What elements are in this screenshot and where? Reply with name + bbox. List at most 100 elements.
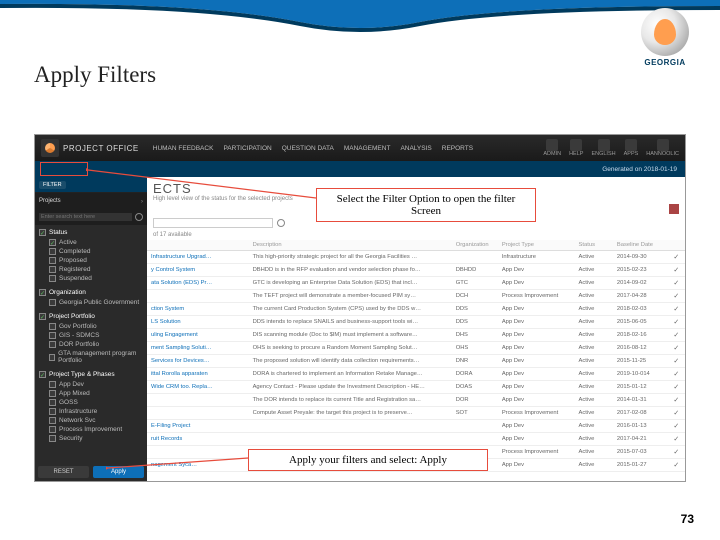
nav-tab[interactable]: REPORTS bbox=[442, 145, 473, 152]
cell-name[interactable]: ction System bbox=[147, 303, 249, 316]
filter-button[interactable]: FILTER bbox=[39, 181, 66, 189]
section-organization: Organization bbox=[39, 287, 143, 298]
cell-name[interactable] bbox=[147, 290, 249, 303]
check-icon: ✓ bbox=[669, 251, 685, 264]
apps-icon[interactable] bbox=[625, 139, 637, 151]
cell-date: 2018-02-16 bbox=[613, 329, 669, 342]
col-header bbox=[669, 240, 685, 251]
user-icon[interactable] bbox=[657, 139, 669, 151]
checkbox-icon[interactable] bbox=[49, 435, 56, 442]
checkbox-icon[interactable] bbox=[49, 248, 56, 255]
checkbox-icon[interactable] bbox=[49, 275, 56, 282]
sidebar-search-input[interactable] bbox=[39, 213, 132, 221]
checkbox-icon[interactable] bbox=[49, 390, 56, 397]
table-row[interactable]: ittal Rorolla apparatenDORA is chartered… bbox=[147, 368, 685, 381]
cell-status: Active bbox=[575, 407, 613, 420]
cell-name[interactable]: ittal Rorolla apparaten bbox=[147, 368, 249, 381]
table-row[interactable]: Infrastructure Upgrad…This high-priority… bbox=[147, 251, 685, 264]
cell-desc: Compute Asset Preyale: the target this p… bbox=[249, 407, 452, 420]
table-row[interactable]: The TEFT project will demonstrate a memb… bbox=[147, 290, 685, 303]
checkbox-icon[interactable] bbox=[49, 381, 56, 388]
checkbox-icon[interactable] bbox=[49, 354, 55, 361]
table-row[interactable]: Compute Asset Preyale: the target this p… bbox=[147, 407, 685, 420]
app-screenshot: PROJECT OFFICE HUMAN FEEDBACK PARTICIPAT… bbox=[34, 134, 686, 482]
checkbox-icon[interactable] bbox=[39, 289, 46, 296]
col-header[interactable]: Organization bbox=[452, 240, 498, 251]
table-row[interactable]: Services for Devices…The proposed soluti… bbox=[147, 355, 685, 368]
cell-name[interactable] bbox=[147, 446, 249, 459]
nav-tab[interactable]: ANALYSIS bbox=[400, 145, 431, 152]
cell-name[interactable]: E-Filing Project bbox=[147, 420, 249, 433]
col-header[interactable]: Project Type bbox=[498, 240, 575, 251]
cell-name[interactable]: Wide CRM too. Repla… bbox=[147, 381, 249, 394]
check-icon: ✓ bbox=[669, 355, 685, 368]
export-pdf-icon[interactable] bbox=[669, 204, 679, 214]
search-icon[interactable] bbox=[277, 219, 285, 227]
table-row[interactable]: The DOR intends to replace its current T… bbox=[147, 394, 685, 407]
admin-icon[interactable] bbox=[546, 139, 558, 151]
nav-tab[interactable]: PARTICIPATION bbox=[223, 145, 271, 152]
checkbox-icon[interactable] bbox=[49, 341, 56, 348]
cell-name[interactable]: ruit Records bbox=[147, 433, 249, 446]
col-header[interactable]: Baseline Date bbox=[613, 240, 669, 251]
col-header[interactable]: Description bbox=[249, 240, 452, 251]
cell-type: Process Improvement bbox=[498, 446, 575, 459]
cell-name[interactable]: nagement Syca… bbox=[147, 459, 249, 472]
table-row[interactable]: y Control SystemDBHDD is in the RFP eval… bbox=[147, 264, 685, 277]
checkbox-icon[interactable] bbox=[39, 229, 46, 236]
checkbox-icon[interactable] bbox=[39, 313, 46, 320]
cell-type: App Dev bbox=[498, 303, 575, 316]
cell-type: App Dev bbox=[498, 342, 575, 355]
table-row[interactable]: E-Filing ProjectApp DevActive2016-01-13✓ bbox=[147, 420, 685, 433]
sidebar-footer: RESET Apply bbox=[35, 463, 147, 481]
table-row[interactable]: ruit RecordsApp DevActive2017-04-21✓ bbox=[147, 433, 685, 446]
nav-tab[interactable]: MANAGEMENT bbox=[344, 145, 391, 152]
table-row[interactable]: ment Sampling Soluti…OHS is seeking to p… bbox=[147, 342, 685, 355]
search-icon[interactable] bbox=[135, 213, 143, 221]
cell-desc: GTC is developing an Enterprise Data Sol… bbox=[249, 277, 452, 290]
col-header[interactable]: Status bbox=[575, 240, 613, 251]
checkbox-icon[interactable] bbox=[49, 239, 56, 246]
cell-name[interactable]: y Control System bbox=[147, 264, 249, 277]
checkbox-icon[interactable] bbox=[49, 417, 56, 424]
cell-date: 2015-02-23 bbox=[613, 264, 669, 277]
cell-name[interactable]: Services for Devices… bbox=[147, 355, 249, 368]
reset-button[interactable]: RESET bbox=[38, 466, 89, 478]
cell-org: DHS bbox=[452, 329, 498, 342]
col-header[interactable] bbox=[147, 240, 249, 251]
cell-name[interactable] bbox=[147, 394, 249, 407]
cell-name[interactable]: ment Sampling Soluti… bbox=[147, 342, 249, 355]
checkbox-icon[interactable] bbox=[49, 299, 56, 306]
table-search-input[interactable] bbox=[153, 218, 273, 228]
checkbox-icon[interactable] bbox=[49, 257, 56, 264]
cell-name[interactable]: uling Engagement bbox=[147, 329, 249, 342]
apply-button[interactable]: Apply bbox=[93, 466, 144, 478]
table-row[interactable]: LS SolutionDDS intends to replace SNAILS… bbox=[147, 316, 685, 329]
checkbox-icon[interactable] bbox=[49, 323, 56, 330]
cell-name[interactable] bbox=[147, 407, 249, 420]
table-row[interactable]: uling EngagementDIS scanning module (Doc… bbox=[147, 329, 685, 342]
cell-desc: The TEFT project will demonstrate a memb… bbox=[249, 290, 452, 303]
check-icon: ✓ bbox=[669, 303, 685, 316]
checkbox-icon[interactable] bbox=[49, 332, 56, 339]
cell-org: DOAS bbox=[452, 381, 498, 394]
filter-item: Infrastructure bbox=[39, 407, 143, 416]
table-row[interactable]: ction SystemThe current Card Production … bbox=[147, 303, 685, 316]
cell-name[interactable]: LS Solution bbox=[147, 316, 249, 329]
cell-name[interactable]: Infrastructure Upgrad… bbox=[147, 251, 249, 264]
checkbox-icon[interactable] bbox=[49, 426, 56, 433]
table-row[interactable]: Wide CRM too. Repla…Agency Contact - Ple… bbox=[147, 381, 685, 394]
checkbox-icon[interactable] bbox=[39, 371, 46, 378]
checkbox-icon[interactable] bbox=[49, 399, 56, 406]
checkbox-icon[interactable] bbox=[49, 408, 56, 415]
help-icon[interactable] bbox=[570, 139, 582, 151]
cell-name[interactable]: ata Solution (EDS) Pr… bbox=[147, 277, 249, 290]
chevron-right-icon[interactable]: › bbox=[141, 198, 143, 205]
nav-tab[interactable]: HUMAN FEEDBACK bbox=[153, 145, 214, 152]
check-icon: ✓ bbox=[669, 329, 685, 342]
checkbox-icon[interactable] bbox=[49, 266, 56, 273]
language-icon[interactable] bbox=[598, 139, 610, 151]
nav-tab[interactable]: QUESTION DATA bbox=[282, 145, 334, 152]
table-row[interactable]: ata Solution (EDS) Pr…GTC is developing … bbox=[147, 277, 685, 290]
cell-status: Active bbox=[575, 459, 613, 472]
